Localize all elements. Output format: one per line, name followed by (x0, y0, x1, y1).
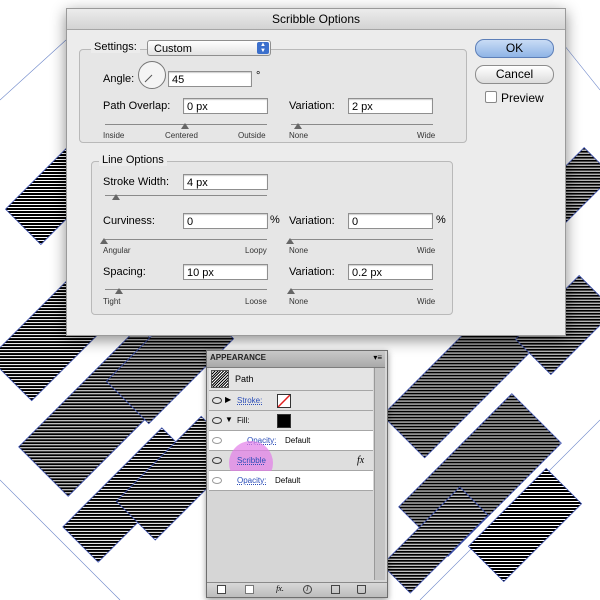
appearance-tab-label: APPEARANCE (210, 353, 267, 362)
curviness-tick-angular: Angular (103, 246, 131, 255)
add-fill-icon[interactable] (245, 585, 254, 594)
path-overlap-tick-outside: Outside (238, 131, 266, 140)
angle-label: Angle: (103, 73, 135, 85)
add-stroke-icon[interactable] (217, 585, 226, 594)
curviness-variation-slider-thumb[interactable] (286, 238, 294, 244)
curviness-variation-tick-none: None (289, 246, 309, 255)
curviness-label: Curviness: (103, 215, 155, 227)
path-label: Path (235, 374, 254, 384)
appearance-panel: APPEARANCE ▾≡ Path ▶ Stroke: ▼ Fill: Opa… (206, 350, 388, 598)
spacing-label: Spacing: (103, 266, 146, 278)
fx-icon[interactable]: fx (357, 455, 364, 466)
preview-checkbox[interactable] (485, 91, 497, 103)
fill-swatch-icon[interactable] (277, 414, 291, 428)
path-overlap-variation-input[interactable]: 2 px (348, 98, 433, 114)
curviness-slider[interactable] (105, 239, 267, 240)
curviness-unit: % (270, 214, 280, 226)
visibility-eye-icon[interactable] (212, 477, 222, 484)
stroke-row[interactable]: ▶ Stroke: (209, 391, 373, 411)
settings-group (79, 49, 467, 143)
stroke-label[interactable]: Stroke: (237, 396, 262, 405)
scribble-row[interactable]: Scribble fx (209, 441, 373, 485)
fill-label: Fill: (237, 416, 250, 425)
fill-row[interactable]: ▼ Fill: (209, 411, 373, 431)
select-arrows-icon: ▲ ▼ (257, 42, 269, 54)
appearance-tab[interactable]: APPEARANCE ▾≡ (207, 351, 385, 368)
visibility-eye-icon[interactable] (212, 417, 222, 424)
spacing-variation-label: Variation: (289, 266, 335, 278)
delete-item-icon[interactable] (357, 585, 366, 594)
panel-menu-icon[interactable]: ▾≡ (373, 353, 382, 362)
path-overlap-label: Path Overlap: (103, 100, 171, 112)
settings-select[interactable]: Custom ▲ ▼ (147, 40, 271, 56)
stroke-width-label: Stroke Width: (103, 176, 170, 188)
path-overlap-variation-tick-wide: Wide (417, 131, 436, 140)
curviness-slider-thumb[interactable] (100, 238, 108, 244)
path-overlap-variation-slider-thumb[interactable] (294, 123, 302, 129)
stroke-swatch-icon[interactable] (277, 394, 291, 408)
curviness-input[interactable]: 0 (183, 213, 268, 229)
spacing-variation-tick-wide: Wide (417, 297, 436, 306)
spacing-tick-tight: Tight (103, 297, 121, 306)
duplicate-item-icon[interactable] (331, 585, 340, 594)
angle-dial[interactable] (138, 61, 166, 89)
spacing-tick-loose: Loose (245, 297, 267, 306)
spacing-variation-input[interactable]: 0.2 px (348, 264, 433, 280)
cancel-button[interactable]: Cancel (475, 65, 554, 84)
path-thumbnail-icon (211, 370, 229, 388)
curviness-variation-input[interactable]: 0 (348, 213, 433, 229)
opacity-value: Default (275, 476, 301, 485)
panel-footer: fx. / (207, 582, 387, 597)
path-overlap-slider-thumb[interactable] (181, 123, 189, 129)
curviness-variation-unit: % (436, 214, 446, 226)
dialog-title: Scribble Options (67, 9, 565, 30)
preview-label: Preview (501, 91, 544, 105)
visibility-eye-icon[interactable] (212, 397, 222, 404)
curviness-variation-tick-wide: Wide (417, 246, 436, 255)
path-row[interactable]: Path (209, 368, 373, 391)
angle-input[interactable]: 45 (168, 71, 252, 87)
stroke-width-slider-thumb[interactable] (112, 194, 120, 200)
stroke-width-slider[interactable] (105, 195, 267, 196)
path-overlap-tick-centered: Centered (165, 131, 198, 140)
expand-triangle-icon[interactable]: ▶ (225, 395, 231, 404)
line-options-title: Line Options (99, 154, 167, 166)
angle-unit: ° (256, 70, 261, 82)
no-stroke-slash-icon (277, 394, 291, 408)
curviness-tick-loopy: Loopy (245, 246, 267, 255)
curviness-variation-slider[interactable] (291, 239, 433, 240)
opacity-row[interactable]: Opacity: Default (209, 471, 373, 491)
spacing-variation-tick-none: None (289, 297, 309, 306)
spacing-input[interactable]: 10 px (183, 264, 268, 280)
add-effect-icon[interactable]: fx. (273, 585, 287, 594)
visibility-eye-icon[interactable] (212, 437, 222, 444)
path-overlap-variation-slider[interactable] (291, 124, 433, 125)
settings-label: Settings: (91, 41, 140, 53)
clear-appearance-icon[interactable]: / (303, 585, 312, 594)
path-overlap-tick-inside: Inside (103, 131, 125, 140)
angle-needle-icon (144, 74, 153, 83)
collapse-triangle-icon[interactable]: ▼ (225, 415, 233, 424)
stroke-width-input[interactable]: 4 px (183, 174, 268, 190)
scribble-options-dialog: Scribble Options Settings: Custom ▲ ▼ Ang… (66, 8, 566, 336)
ok-button[interactable]: OK (475, 39, 554, 58)
curviness-variation-label: Variation: (289, 215, 335, 227)
spacing-variation-slider[interactable] (291, 289, 433, 290)
fill-opacity-value: Default (285, 436, 311, 445)
scribble-effect-label[interactable]: Scribble (237, 456, 266, 465)
panel-scrollbar[interactable] (374, 368, 385, 580)
spacing-slider[interactable] (105, 289, 267, 290)
spacing-variation-slider-thumb[interactable] (287, 288, 295, 294)
path-overlap-input[interactable]: 0 px (183, 98, 268, 114)
path-overlap-variation-label: Variation: (289, 100, 335, 112)
opacity-label[interactable]: Opacity: (237, 476, 266, 485)
spacing-slider-thumb[interactable] (115, 288, 123, 294)
visibility-eye-icon[interactable] (212, 457, 222, 464)
path-overlap-variation-tick-none: None (289, 131, 309, 140)
